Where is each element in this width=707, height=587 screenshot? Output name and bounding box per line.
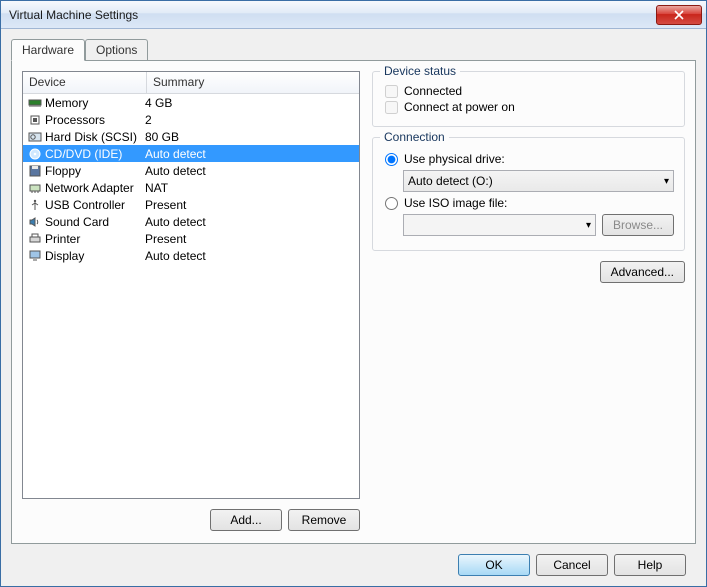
sound-icon bbox=[28, 216, 42, 228]
summary-cell: Auto detect bbox=[145, 147, 355, 161]
chevron-down-icon: ▾ bbox=[664, 176, 669, 187]
summary-cell: 2 bbox=[145, 113, 355, 127]
close-button[interactable] bbox=[656, 5, 702, 25]
help-button[interactable]: Help bbox=[614, 554, 686, 576]
display-icon bbox=[28, 250, 42, 262]
tab-options[interactable]: Options bbox=[85, 39, 148, 60]
use-physical-label: Use physical drive: bbox=[404, 152, 505, 166]
iso-path-select: ▾ bbox=[403, 214, 596, 236]
device-status-legend: Device status bbox=[380, 64, 460, 78]
footer: OK Cancel Help bbox=[11, 544, 696, 586]
table-row[interactable]: Display Auto detect bbox=[23, 247, 359, 264]
advanced-button[interactable]: Advanced... bbox=[600, 261, 685, 283]
connect-poweron-label: Connect at power on bbox=[404, 100, 515, 114]
table-row[interactable]: Memory 4 GB bbox=[23, 94, 359, 111]
device-cell: Display bbox=[45, 249, 84, 263]
connected-checkbox[interactable] bbox=[385, 85, 398, 98]
summary-cell: 4 GB bbox=[145, 96, 355, 110]
table-row[interactable]: USB Controller Present bbox=[23, 196, 359, 213]
use-iso-radio[interactable] bbox=[385, 197, 398, 210]
use-iso-label: Use ISO image file: bbox=[404, 196, 507, 210]
device-cell: USB Controller bbox=[45, 198, 125, 212]
left-pane: Device Summary Memory4 GBProcessors2Hard… bbox=[22, 71, 360, 533]
summary-cell: Present bbox=[145, 198, 355, 212]
table-header: Device Summary bbox=[23, 72, 359, 94]
device-table: Device Summary Memory4 GBProcessors2Hard… bbox=[22, 71, 360, 499]
table-row[interactable]: Processors 2 bbox=[23, 111, 359, 128]
usb-icon bbox=[28, 199, 42, 211]
cpu-icon bbox=[28, 114, 42, 126]
table-body: Memory 4 GB Processors 2 Hard Disk (SCSI) 80 … bbox=[23, 94, 359, 498]
table-row[interactable]: Floppy Auto detect bbox=[23, 162, 359, 179]
chevron-down-icon: ▾ bbox=[586, 220, 591, 231]
connect-poweron-checkbox[interactable] bbox=[385, 101, 398, 114]
titlebar: Virtual Machine Settings bbox=[1, 1, 706, 29]
summary-cell: 80 GB bbox=[145, 130, 355, 144]
device-cell: Memory bbox=[45, 96, 88, 110]
printer-icon bbox=[28, 233, 42, 245]
table-row[interactable]: Network Adapter NAT bbox=[23, 179, 359, 196]
memory-icon bbox=[28, 97, 42, 109]
remove-button[interactable]: Remove bbox=[288, 509, 360, 531]
tab-hardware[interactable]: Hardware bbox=[11, 39, 85, 61]
tabcontent-hardware: Device Summary Memory4 GBProcessors2Hard… bbox=[11, 60, 696, 544]
floppy-icon bbox=[28, 165, 42, 177]
tabstrip: Hardware Options bbox=[11, 39, 696, 60]
add-button[interactable]: Add... bbox=[210, 509, 282, 531]
network-icon bbox=[28, 182, 42, 194]
table-row[interactable]: Printer Present bbox=[23, 230, 359, 247]
device-cell: CD/DVD (IDE) bbox=[45, 147, 122, 161]
summary-cell: Auto detect bbox=[145, 164, 355, 178]
table-row[interactable]: Hard Disk (SCSI) 80 GB bbox=[23, 128, 359, 145]
physical-drive-select[interactable]: Auto detect (O:) ▾ bbox=[403, 170, 674, 192]
device-cell: Sound Card bbox=[45, 215, 109, 229]
dialog-window: Virtual Machine Settings Hardware Option… bbox=[0, 0, 707, 587]
window-title: Virtual Machine Settings bbox=[9, 8, 656, 22]
summary-cell: Auto detect bbox=[145, 249, 355, 263]
browse-button: Browse... bbox=[602, 214, 674, 236]
hdd-icon bbox=[28, 131, 42, 143]
physical-drive-value: Auto detect (O:) bbox=[408, 174, 493, 188]
column-summary[interactable]: Summary bbox=[147, 72, 359, 93]
device-cell: Processors bbox=[45, 113, 105, 127]
tab-options-label: Options bbox=[96, 43, 137, 57]
table-row[interactable]: Sound Card Auto detect bbox=[23, 213, 359, 230]
device-cell: Network Adapter bbox=[45, 181, 134, 195]
connected-label: Connected bbox=[404, 84, 462, 98]
column-device[interactable]: Device bbox=[23, 72, 147, 93]
connection-legend: Connection bbox=[380, 130, 449, 144]
content-area: Hardware Options Device Summary Memory 4 … bbox=[1, 29, 706, 586]
summary-cell: Present bbox=[145, 232, 355, 246]
connection-group: Connection Use physical drive: Auto dete… bbox=[372, 137, 685, 251]
advanced-row: Advanced... bbox=[372, 261, 685, 283]
ok-button[interactable]: OK bbox=[458, 554, 530, 576]
close-icon bbox=[674, 10, 684, 20]
tab-hardware-label: Hardware bbox=[22, 43, 74, 57]
summary-cell: Auto detect bbox=[145, 215, 355, 229]
cd-icon bbox=[28, 148, 42, 160]
device-cell: Floppy bbox=[45, 164, 81, 178]
summary-cell: NAT bbox=[145, 181, 355, 195]
left-button-row: Add... Remove bbox=[22, 499, 360, 533]
right-pane: Device status Connected Connect at power… bbox=[372, 71, 685, 533]
use-physical-radio[interactable] bbox=[385, 153, 398, 166]
device-cell: Hard Disk (SCSI) bbox=[45, 130, 137, 144]
device-cell: Printer bbox=[45, 232, 80, 246]
table-row[interactable]: CD/DVD (IDE) Auto detect bbox=[23, 145, 359, 162]
device-status-group: Device status Connected Connect at power… bbox=[372, 71, 685, 127]
cancel-button[interactable]: Cancel bbox=[536, 554, 608, 576]
